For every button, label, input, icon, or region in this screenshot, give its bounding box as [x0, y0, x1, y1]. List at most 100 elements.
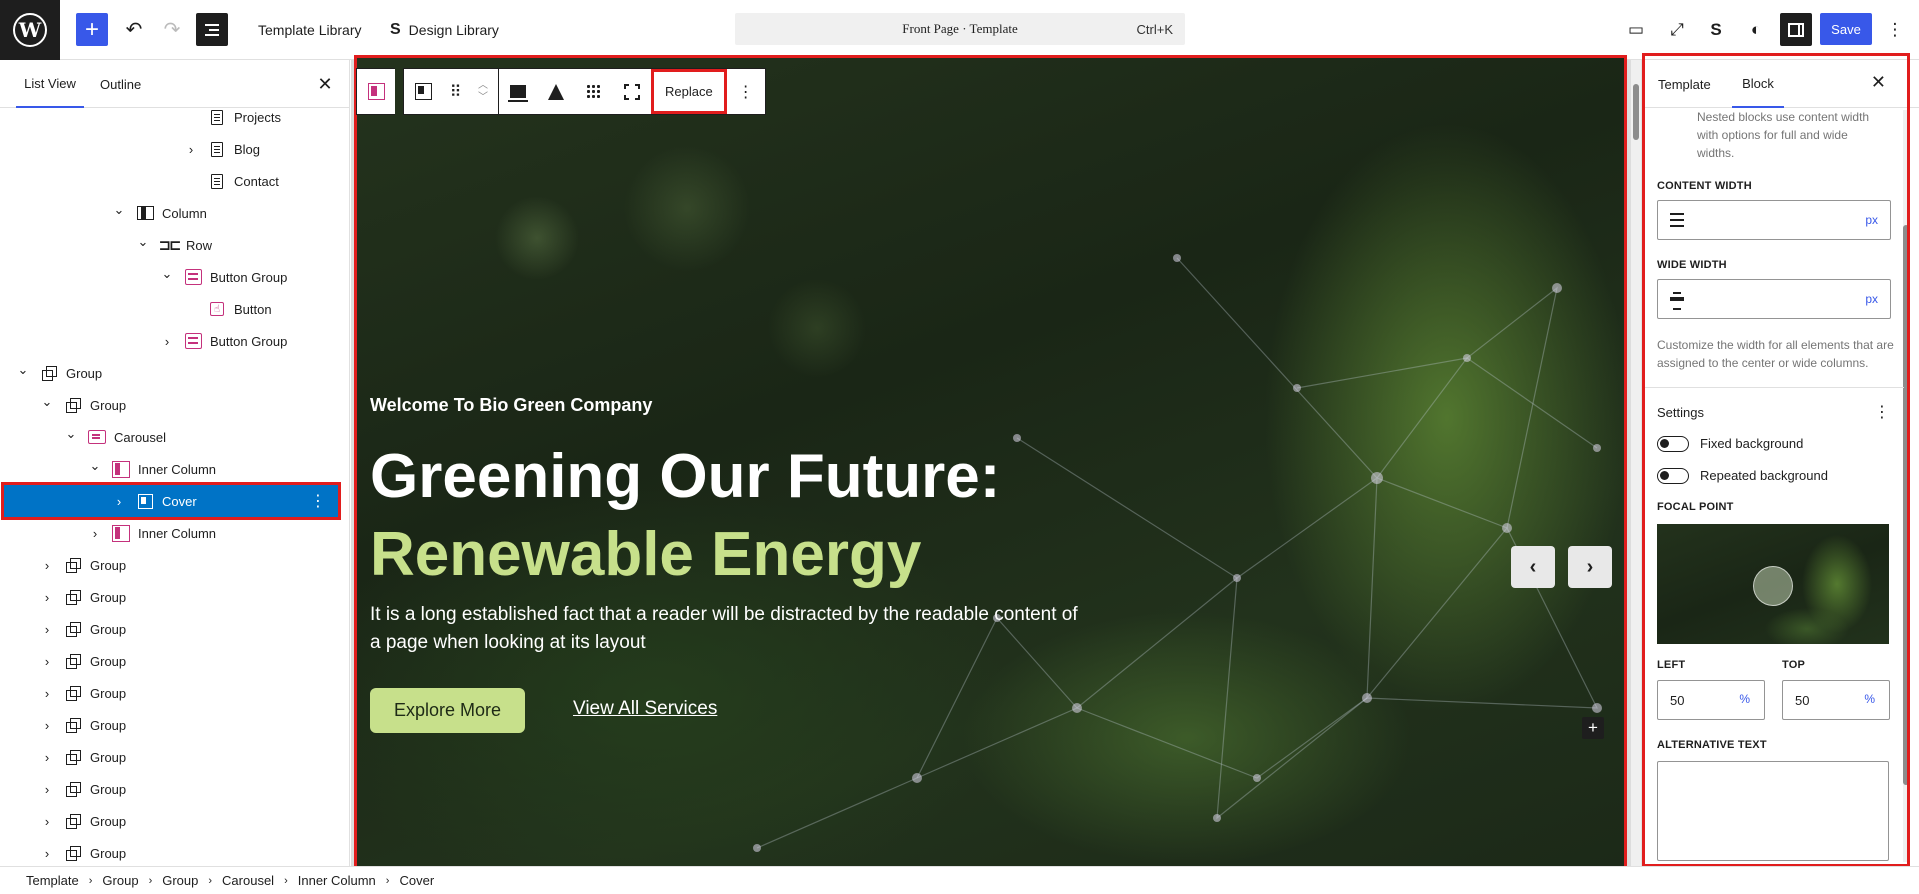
list-view-row[interactable]: › Cover ⋮ [1, 482, 341, 520]
select-parent-button[interactable] [357, 69, 395, 114]
wide-width-input[interactable]: px [1657, 279, 1891, 319]
list-view-row[interactable]: ⌄ Group [0, 357, 350, 389]
chevron-right-icon[interactable]: › [40, 590, 54, 605]
duotone-filter-button[interactable] [537, 69, 575, 114]
list-view-row[interactable]: › Group [0, 805, 350, 837]
tab-template[interactable]: Template [1658, 60, 1711, 108]
list-view-row[interactable]: › Group [0, 613, 350, 645]
list-view-row[interactable]: Contact [0, 165, 350, 197]
breadcrumb-item[interactable]: Cover [399, 873, 434, 888]
breadcrumb-item[interactable]: Carousel [222, 873, 274, 888]
options-menu-button[interactable]: ⋮ [1880, 13, 1910, 46]
save-button[interactable]: Save [1820, 13, 1872, 45]
focal-left-input[interactable]: 50 % [1657, 680, 1765, 720]
carousel-next-button[interactable]: › [1568, 546, 1612, 588]
document-overview-button[interactable] [196, 13, 228, 46]
focal-top-input[interactable]: 50 % [1782, 680, 1890, 720]
chevron-right-icon[interactable]: › [40, 622, 54, 637]
tab-block[interactable]: Block [1732, 60, 1784, 108]
block-inserter-button[interactable]: + [1582, 717, 1604, 739]
chevron-down-icon[interactable]: ⌄ [64, 426, 78, 442]
list-view-row[interactable]: › Blog [0, 133, 350, 165]
close-settings-button[interactable]: ✕ [1871, 72, 1886, 93]
chevron-down-icon[interactable]: ⌄ [160, 266, 174, 282]
list-view-row[interactable]: › Button Group [0, 325, 350, 357]
list-view-row[interactable]: ⌄ Inner Column [0, 453, 350, 485]
list-view-row[interactable]: ⌄ ⊐⊏ Row [0, 229, 350, 261]
list-view-row[interactable]: › Group [0, 677, 350, 709]
focal-point-handle[interactable] [1753, 566, 1793, 606]
chevron-down-icon[interactable]: ⌄ [40, 394, 54, 410]
chevron-down-icon[interactable]: ⌄ [88, 458, 102, 474]
fullscreen-button[interactable]: ⤢ [1661, 13, 1693, 46]
styles-button[interactable]: ◐ [1740, 13, 1772, 46]
content-width-input[interactable]: px [1657, 200, 1891, 240]
preview-device-button[interactable]: ▭ [1620, 13, 1652, 46]
chevron-right-icon[interactable]: › [40, 846, 54, 861]
content-width-unit[interactable]: px [1865, 213, 1878, 227]
redo-button[interactable]: ↷ [158, 13, 186, 46]
list-view-row[interactable]: Projects [0, 101, 350, 133]
list-view-row[interactable]: › Group [0, 741, 350, 773]
editor-topbar: W + ↶ ↷ Template Library S Design Librar… [0, 0, 1919, 60]
fixed-background-toggle[interactable] [1657, 436, 1689, 452]
view-all-services-link[interactable]: View All Services [573, 698, 717, 720]
focal-point-button[interactable] [575, 69, 613, 114]
move-up-down-buttons[interactable]: ︿ ﹀ [468, 69, 498, 114]
chevron-right-icon[interactable]: › [160, 334, 174, 349]
list-view-row[interactable]: › Group [0, 773, 350, 805]
settings-options-button[interactable]: ⋮ [1874, 402, 1890, 422]
chevron-right-icon[interactable]: › [40, 686, 54, 701]
chevron-right-icon[interactable]: › [88, 526, 102, 541]
chevron-right-icon[interactable]: › [40, 782, 54, 797]
alternative-text-input[interactable] [1657, 761, 1889, 861]
list-view-row[interactable]: › Inner Column [0, 517, 350, 549]
list-view-row[interactable]: ⌄ Carousel [0, 421, 350, 453]
chevron-right-icon[interactable]: › [112, 494, 126, 509]
replace-button[interactable]: Replace [651, 69, 727, 114]
settings-scrollbar-thumb[interactable] [1903, 225, 1909, 785]
breadcrumb-item[interactable]: Inner Column [298, 873, 376, 888]
block-options-button[interactable]: ⋮ [727, 69, 765, 114]
list-view-row[interactable]: › Group [0, 645, 350, 677]
template-library-button[interactable]: Template Library [258, 13, 362, 46]
command-palette-button[interactable]: Front Page · Template Ctrl+K [735, 13, 1185, 45]
block-type-button[interactable] [404, 69, 442, 114]
breadcrumb-item[interactable]: Template [26, 873, 79, 888]
breadcrumb-item[interactable]: Group [102, 873, 138, 888]
add-block-button[interactable]: + [76, 13, 108, 46]
chevron-right-icon[interactable]: › [184, 142, 198, 157]
chevron-right-icon[interactable]: › [40, 814, 54, 829]
chevron-right-icon[interactable]: › [40, 654, 54, 669]
wordpress-logo-button[interactable]: W [0, 0, 60, 60]
chevron-down-icon[interactable]: ⌄ [112, 202, 126, 218]
undo-button[interactable]: ↶ [120, 13, 148, 46]
settings-sidebar-button[interactable] [1780, 13, 1812, 46]
list-view-row[interactable]: ⌄ Button Group [0, 261, 350, 293]
drag-handle[interactable]: ⠿ [442, 69, 468, 114]
carousel-prev-button[interactable]: ‹ [1511, 546, 1555, 588]
list-view-row[interactable]: › Group [0, 837, 350, 869]
list-view-row[interactable]: ⌄ Group [0, 389, 350, 421]
full-height-toggle-button[interactable] [613, 69, 651, 114]
close-list-view-button[interactable]: ✕ [313, 72, 337, 96]
explore-more-button[interactable]: Explore More [370, 688, 525, 733]
chevron-right-icon[interactable]: › [40, 718, 54, 733]
change-content-position-button[interactable] [499, 69, 537, 114]
list-view-row[interactable]: › Group [0, 581, 350, 613]
more-vertical-icon[interactable]: ⋮ [310, 491, 326, 511]
chevron-down-icon[interactable]: ⌄ [16, 362, 30, 378]
canvas-scrollbar[interactable] [1631, 60, 1641, 866]
wide-width-unit[interactable]: px [1865, 292, 1878, 306]
repeated-background-toggle[interactable] [1657, 468, 1689, 484]
list-view-row[interactable]: › Group [0, 709, 350, 741]
chevron-right-icon[interactable]: › [40, 750, 54, 765]
stackable-settings-button[interactable]: S [1700, 13, 1732, 46]
design-library-button[interactable]: S Design Library [390, 13, 499, 46]
chevron-down-icon[interactable]: ⌄ [136, 234, 150, 250]
chevron-right-icon[interactable]: › [40, 558, 54, 573]
list-view-row[interactable]: ☝ Button [0, 293, 350, 325]
list-view-row[interactable]: › Group [0, 549, 350, 581]
list-view-row[interactable]: ⌄ Column [0, 197, 350, 229]
breadcrumb-item[interactable]: Group [162, 873, 198, 888]
